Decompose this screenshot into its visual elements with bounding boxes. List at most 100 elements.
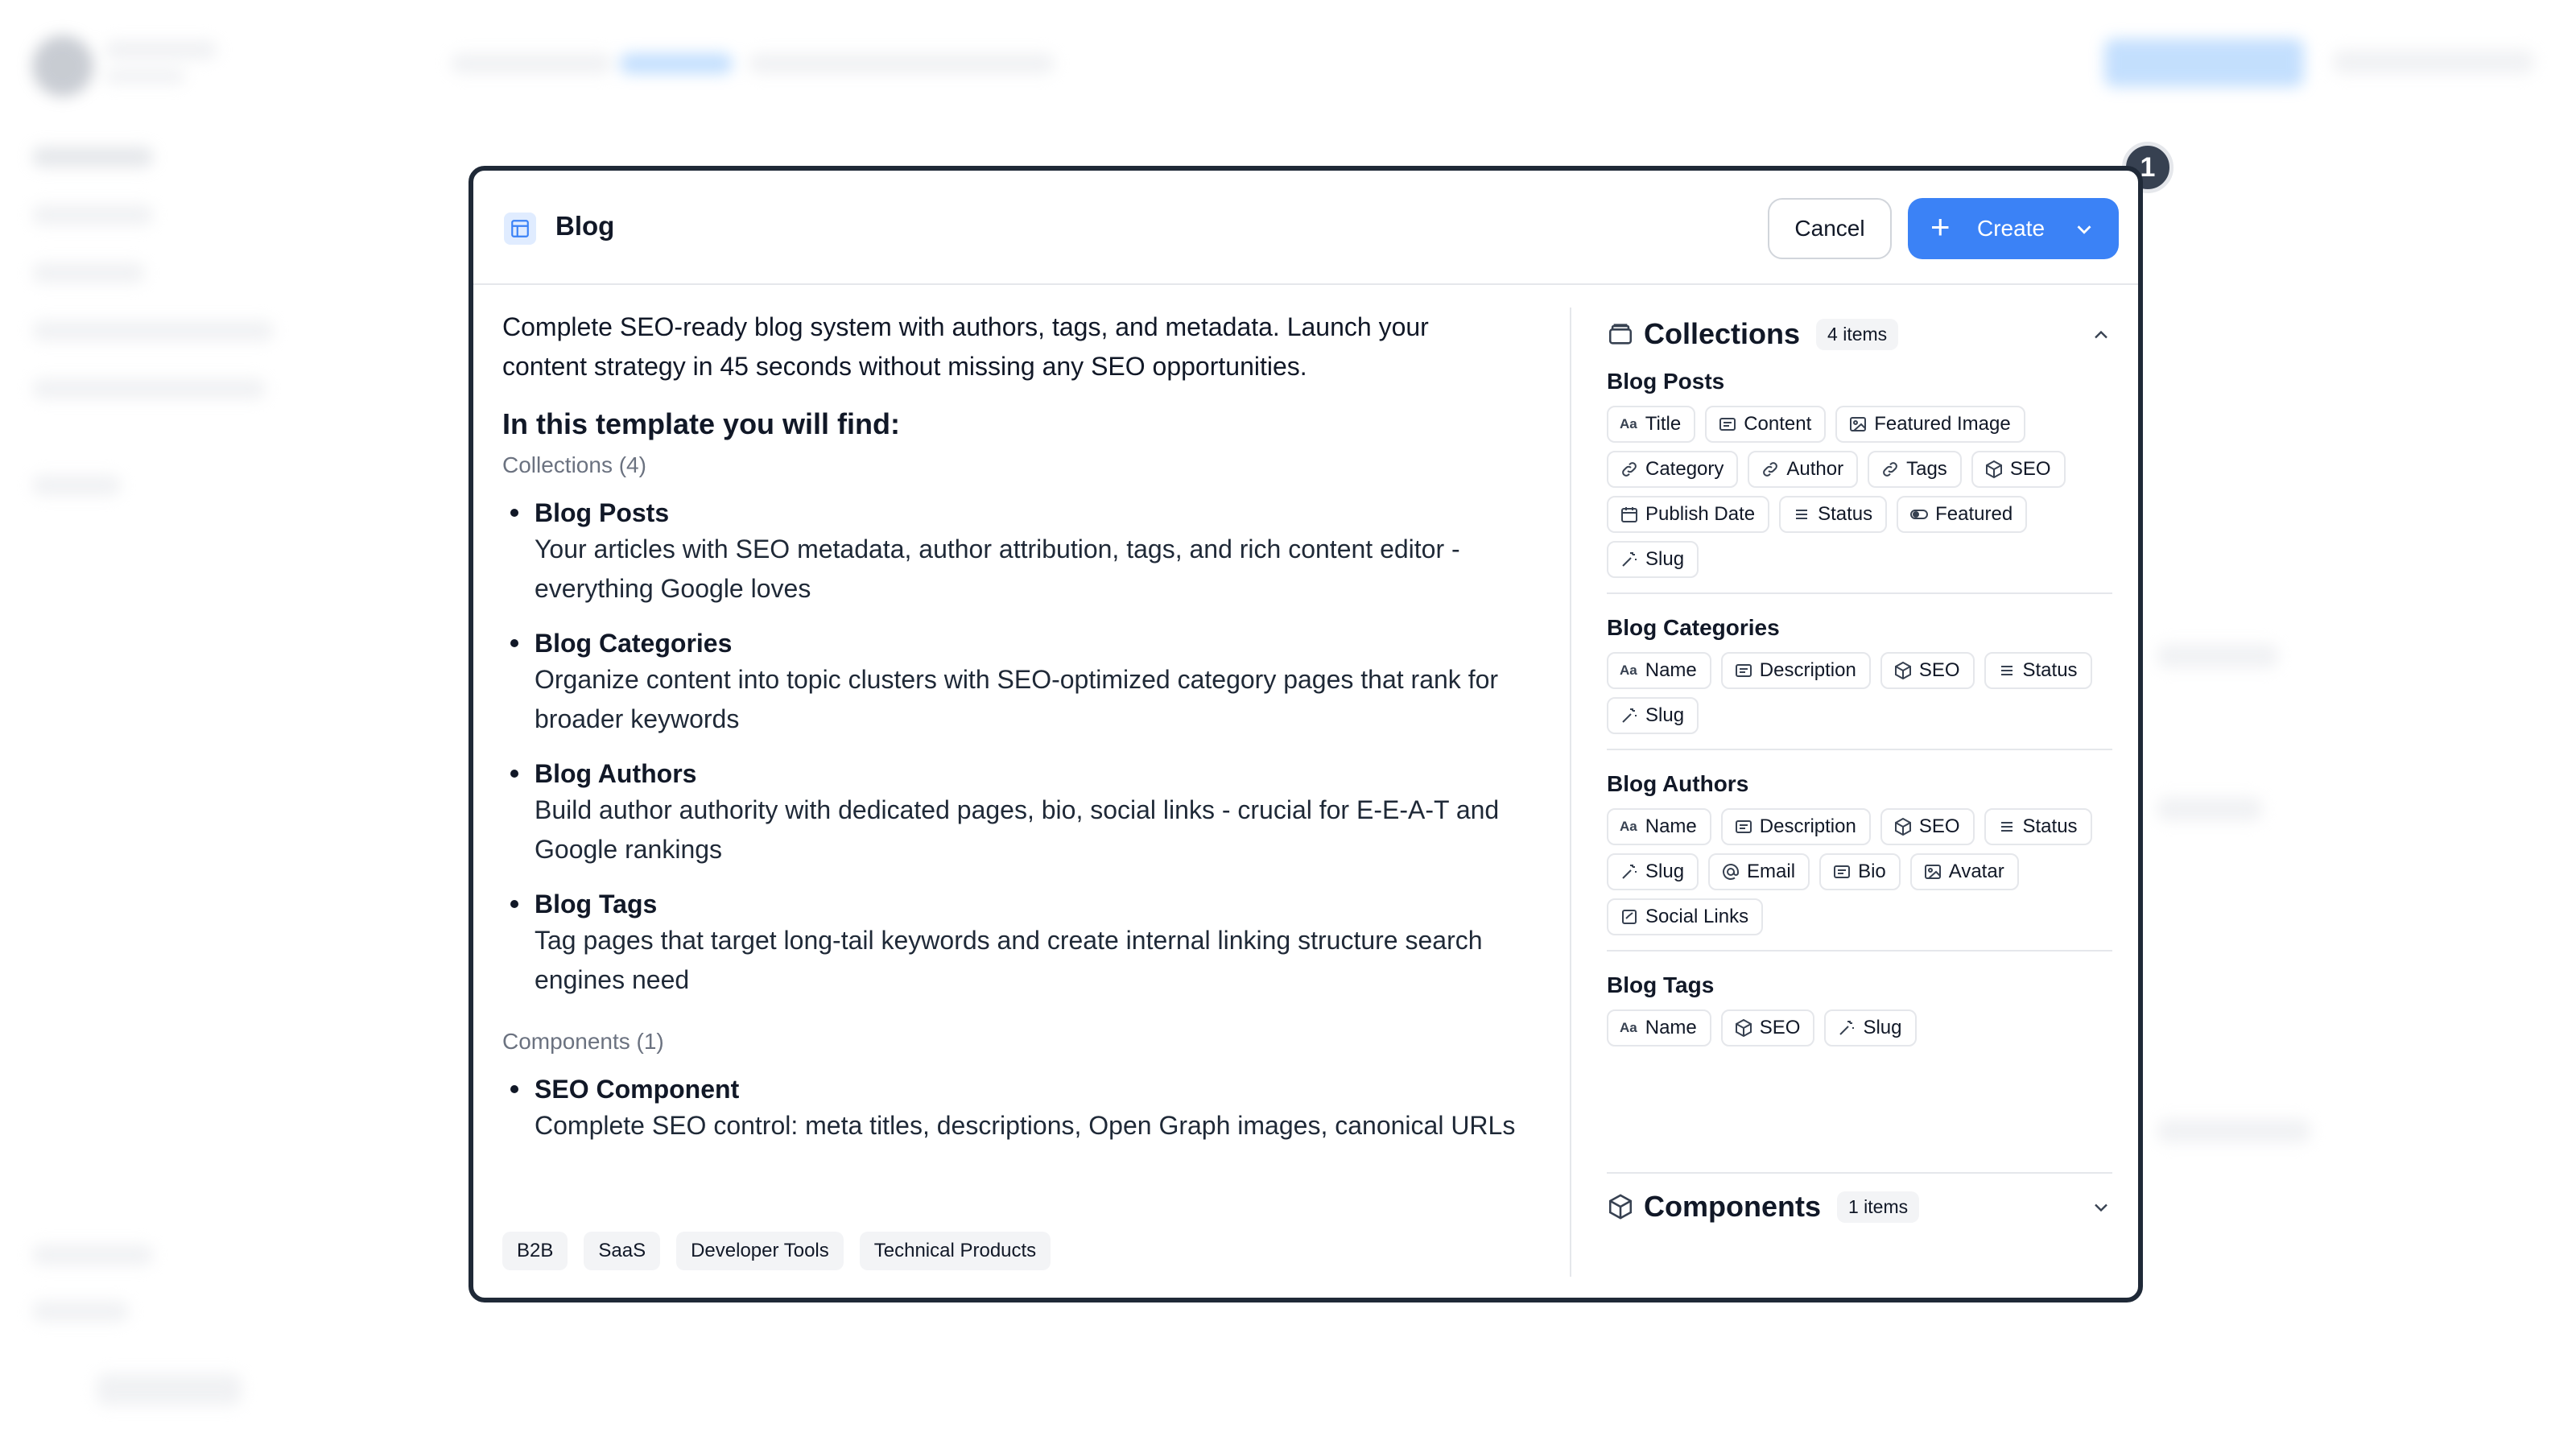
chevron-down-icon[interactable] [2090, 1196, 2112, 1219]
image-icon [1924, 865, 1941, 879]
field-chip: SEO [1880, 652, 1975, 689]
chevron-down-icon[interactable] [2072, 217, 2096, 242]
background-shape [2157, 797, 2262, 821]
field-label: SEO [1918, 659, 1960, 681]
toggle-icon [1910, 510, 1929, 519]
collection-item: Blog Authors Build author authority with … [502, 757, 1509, 869]
pane-divider [1570, 308, 1571, 1277]
field-label: Content [1744, 413, 1812, 435]
list-icon [1796, 510, 1808, 519]
field-label: Email [1747, 861, 1796, 882]
field-label: SEO [2009, 458, 2051, 480]
cube-icon [1894, 661, 1911, 680]
background-shape [32, 262, 145, 283]
field-label: Name [1645, 1017, 1697, 1038]
background-shape [97, 1373, 242, 1406]
field-list: Aa Name Description SEO Status Slug [1607, 652, 2112, 734]
rich-text-icon [1735, 664, 1752, 677]
field-label: Avatar [1948, 861, 2004, 882]
field-label: Category [1645, 458, 1724, 480]
field-list: Aa Name Description SEO Status Slug Email Bio Av… [1607, 808, 2112, 935]
components-section-header[interactable]: Components 1 items [1607, 1180, 2112, 1233]
magic-wand-icon [1622, 708, 1637, 723]
chevron-up-icon[interactable] [2090, 324, 2112, 346]
text-type-icon: Aa [1620, 663, 1637, 678]
background-shape [32, 378, 266, 399]
field-label: Slug [1645, 861, 1685, 882]
field-label: Featured [1935, 503, 2013, 525]
plus-icon: + [1930, 208, 1951, 246]
find-heading: In this template you will find: [502, 407, 901, 440]
cube-icon [1894, 817, 1911, 836]
field-label: Status [1818, 503, 1873, 525]
field-chip: SEO [1971, 451, 2066, 488]
image-icon [1850, 417, 1867, 431]
background-shape [749, 53, 1055, 74]
field-list: Aa Name SEO Slug [1607, 1009, 2112, 1046]
collection-structure-title: Blog Categories [1607, 615, 1780, 640]
background-shape [2333, 50, 2534, 74]
field-chip: Slug [1607, 853, 1699, 890]
background-shape [105, 69, 185, 84]
field-label: Title [1645, 413, 1682, 435]
collections-icon [1608, 324, 1633, 345]
text-type-icon: Aa [1620, 819, 1637, 834]
components-section: Components 1 items [1607, 1172, 2112, 1233]
collection-structure: Blog Tags Aa Name SEO Slug [1607, 972, 2112, 1061]
background-shape [32, 204, 153, 225]
background-shape [2157, 644, 2278, 668]
field-chip: Slug [1607, 697, 1699, 734]
template-modal: Blog Cancel + Create Complete SEO-ready … [469, 166, 2143, 1302]
modal-title: Blog [555, 211, 615, 241]
field-chip: Slug [1824, 1009, 1917, 1046]
field-chip: SEO [1880, 808, 1975, 845]
field-label: Status [2022, 815, 2078, 837]
background-shape [32, 475, 121, 496]
field-label: Social Links [1645, 906, 1749, 927]
collection-item: Blog Posts Your articles with SEO metadat… [502, 496, 1509, 609]
calendar-icon [1621, 507, 1637, 522]
collection-item-description: Tag pages that target long-tail keywords… [535, 926, 1483, 994]
text-type-icon: Aa [1620, 416, 1637, 431]
magic-wand-icon [1622, 552, 1637, 567]
cube-icon [1735, 1018, 1752, 1038]
collection-item-description: Build author authority with dedicated pa… [535, 795, 1500, 864]
field-label: SEO [1918, 815, 1960, 837]
background-shape [451, 53, 612, 74]
field-chip: Aa Name [1607, 808, 1711, 845]
field-chip: SEO [1720, 1009, 1815, 1046]
template-description: Complete SEO-ready blog system with auth… [502, 308, 1515, 1163]
blog-template-icon [504, 213, 536, 245]
field-chip: Tags [1868, 451, 1962, 488]
field-chip: Publish Date [1607, 496, 1770, 533]
structure-panel: Collections 4 items Blog Posts Aa Title Con… [1607, 308, 2112, 1082]
industry-tag: Technical Products [859, 1232, 1051, 1270]
collection-item: Blog Tags Tag pages that target long-tail… [502, 887, 1509, 1000]
collection-item: Blog Categories Organize content into top… [502, 626, 1509, 739]
field-label: Slug [1645, 548, 1685, 570]
field-chip: Aa Name [1607, 1009, 1711, 1046]
at-sign-icon [1723, 864, 1740, 880]
field-label: Slug [1863, 1017, 1902, 1038]
create-button[interactable]: + Create [1908, 198, 2119, 259]
field-chip: Aa Title [1607, 406, 1696, 443]
list-icon [2000, 822, 2013, 832]
field-label: Author [1786, 458, 1844, 480]
field-chip: Content [1705, 406, 1827, 443]
collections-section-title: Collections [1644, 317, 1801, 350]
field-chip: Description [1720, 652, 1871, 689]
background-shape [2104, 39, 2304, 87]
collections-list: Blog Posts Your articles with SEO metadat… [502, 496, 1509, 1000]
collection-structure-title: Blog Authors [1607, 771, 1749, 796]
rich-text-icon [1735, 820, 1752, 833]
field-chip: Aa Name [1607, 652, 1711, 689]
create-button-label: Create [1977, 216, 2046, 241]
components-section-title: Components [1644, 1190, 1821, 1223]
collections-section-header[interactable]: Collections 4 items [1607, 308, 2112, 361]
field-chip: Email [1708, 853, 1810, 890]
collections-count-badge: 4 items [1816, 318, 1899, 350]
field-label: Name [1645, 659, 1697, 681]
cube-icon [1985, 460, 2002, 479]
field-label: Status [2022, 659, 2078, 681]
cancel-button[interactable]: Cancel [1768, 198, 1892, 259]
